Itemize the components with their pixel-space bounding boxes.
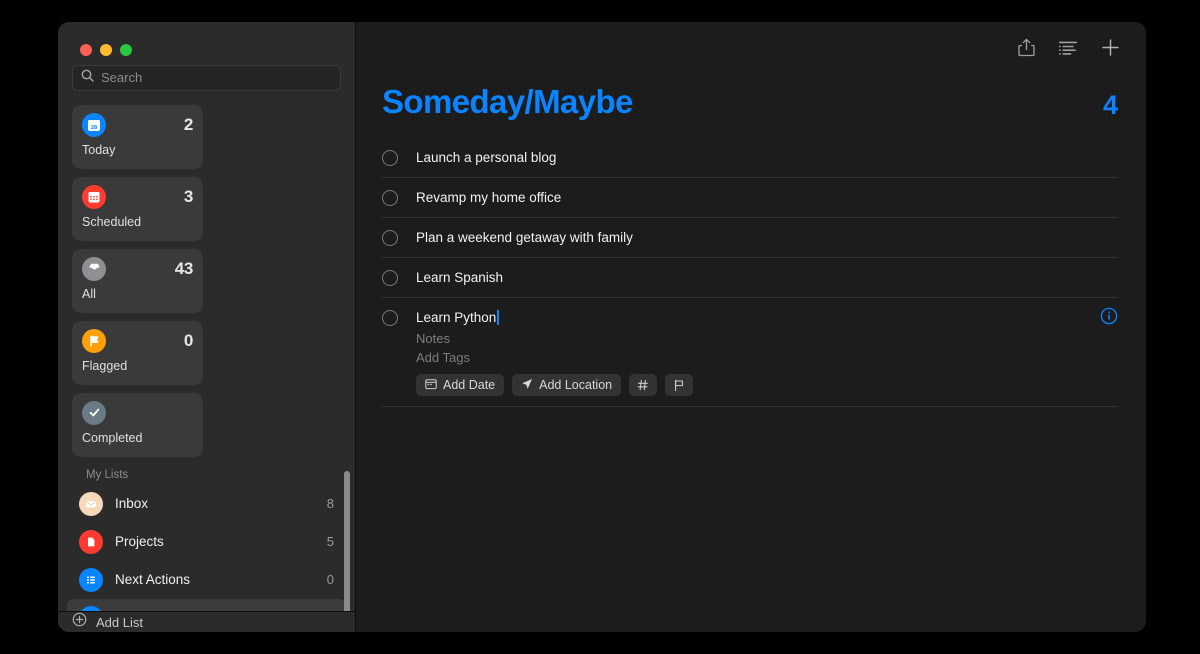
smart-list-flagged[interactable]: 0 Flagged	[72, 321, 203, 385]
smart-list-all[interactable]: 43 All	[72, 249, 203, 313]
add-date-button[interactable]: Add Date	[416, 374, 504, 396]
task-checkbox[interactable]	[382, 190, 398, 206]
sidebar-item-projects[interactable]: Projects 5	[67, 523, 346, 561]
reminders-window: 28 2 Today	[58, 22, 1146, 632]
smart-list-label: Today	[82, 143, 193, 157]
task-title: Learn Spanish	[416, 270, 503, 285]
calendar-day-icon: 28	[82, 113, 106, 137]
calendar-small-icon	[425, 378, 437, 393]
sidebar-item-count: 5	[327, 534, 334, 549]
smart-list-label: Flagged	[82, 359, 193, 373]
sidebar: 28 2 Today	[58, 22, 356, 632]
task-row-editing[interactable]: Learn Python Notes Add Tags	[382, 298, 1118, 407]
add-date-label: Add Date	[443, 378, 495, 392]
text-cursor	[497, 310, 499, 325]
page-title: Someday/Maybe	[382, 83, 633, 121]
sidebar-item-count: 4	[327, 610, 334, 611]
task-checkbox[interactable]	[382, 270, 398, 286]
sidebar-item-label: Projects	[115, 534, 315, 549]
plus-circle-icon	[72, 612, 87, 632]
tray-icon	[82, 257, 106, 281]
task-row[interactable]: Revamp my home office	[382, 178, 1118, 218]
sidebar-item-next-actions[interactable]: Next Actions 0	[67, 561, 346, 599]
notes-input[interactable]: Notes	[416, 331, 1118, 346]
search-input[interactable]	[101, 70, 332, 85]
window-controls	[58, 22, 355, 61]
sidebar-item-someday-maybe[interactable]: Someday/Maybe 4	[67, 599, 346, 611]
document-icon	[79, 530, 103, 554]
location-arrow-icon	[521, 378, 533, 393]
maximize-window-button[interactable]	[120, 44, 132, 56]
sidebar-scrollbar[interactable]	[344, 471, 350, 611]
task-title: Revamp my home office	[416, 190, 561, 205]
share-icon[interactable]	[1018, 38, 1035, 57]
smart-list-label: All	[82, 287, 193, 301]
task-row[interactable]: Launch a personal blog	[382, 137, 1118, 178]
task-title-input[interactable]: Learn Python	[416, 310, 496, 325]
task-checkbox[interactable]	[382, 310, 398, 326]
envelope-icon	[79, 492, 103, 516]
task-list: Launch a personal blog Revamp my home of…	[356, 121, 1146, 407]
sidebar-item-label: Inbox	[115, 496, 315, 511]
main-content: Someday/Maybe 4 Launch a personal blog R…	[356, 22, 1146, 632]
task-checkbox[interactable]	[382, 150, 398, 166]
info-circle-icon[interactable]	[1100, 307, 1118, 325]
search-container	[58, 61, 355, 91]
task-row[interactable]: Plan a weekend getaway with family	[382, 218, 1118, 258]
list-view-icon[interactable]	[1059, 40, 1077, 56]
smart-list-count: 2	[184, 115, 193, 135]
sidebar-item-label: Next Actions	[115, 572, 315, 587]
flag-outline-icon[interactable]	[665, 374, 693, 396]
checkmark-icon	[82, 401, 106, 425]
list-header: Someday/Maybe 4	[356, 73, 1146, 121]
smart-lists-grid: 28 2 Today	[58, 91, 355, 457]
task-actions: Add Date Add Location	[416, 374, 1118, 396]
sidebar-item-count: 8	[327, 496, 334, 511]
task-title: Launch a personal blog	[416, 150, 556, 165]
list-icon	[79, 606, 103, 611]
smart-list-count: 0	[184, 331, 193, 351]
add-list-label: Add List	[96, 615, 143, 630]
list-icon	[79, 568, 103, 592]
search-icon	[81, 69, 94, 87]
sidebar-item-count: 0	[327, 572, 334, 587]
add-list-button[interactable]: Add List	[58, 611, 355, 632]
my-lists-header: My Lists	[58, 469, 355, 485]
smart-list-count: 3	[184, 187, 193, 207]
sidebar-item-inbox[interactable]: Inbox 8	[67, 485, 346, 523]
my-lists-section: My Lists Inbox 8 Proj	[58, 469, 355, 611]
search-box[interactable]	[72, 65, 341, 91]
task-checkbox[interactable]	[382, 230, 398, 246]
minimize-window-button[interactable]	[100, 44, 112, 56]
task-count: 4	[1103, 90, 1118, 121]
smart-list-completed[interactable]: Completed	[72, 393, 203, 457]
smart-list-label: Completed	[82, 431, 193, 445]
smart-list-today[interactable]: 28 2 Today	[72, 105, 203, 169]
close-window-button[interactable]	[80, 44, 92, 56]
task-row[interactable]: Learn Spanish	[382, 258, 1118, 298]
smart-list-label: Scheduled	[82, 215, 193, 229]
task-title: Plan a weekend getaway with family	[416, 230, 633, 245]
svg-text:28: 28	[91, 125, 97, 131]
plus-icon[interactable]	[1101, 38, 1120, 57]
sidebar-item-label: Someday/Maybe	[115, 610, 315, 611]
main-toolbar	[356, 22, 1146, 73]
tags-input[interactable]: Add Tags	[416, 350, 1118, 365]
calendar-icon	[82, 185, 106, 209]
smart-list-count: 43	[175, 259, 193, 279]
flag-icon	[82, 329, 106, 353]
smart-list-scheduled[interactable]: 3 Scheduled	[72, 177, 203, 241]
add-location-button[interactable]: Add Location	[512, 374, 621, 396]
hash-icon[interactable]	[629, 374, 657, 396]
add-location-label: Add Location	[539, 378, 612, 392]
